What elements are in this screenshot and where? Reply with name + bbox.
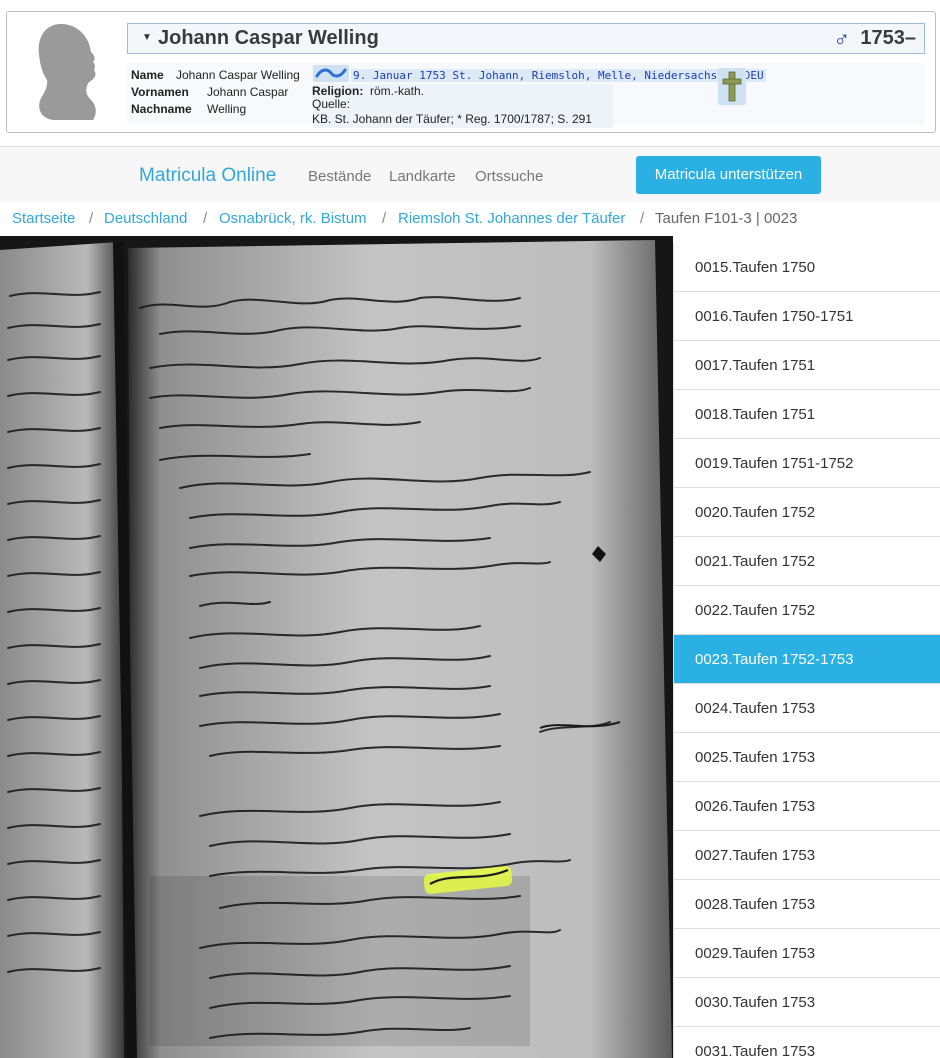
- nav-landkarte[interactable]: Landkarte: [389, 168, 456, 185]
- image-list-item[interactable]: 0028.Taufen 1753: [674, 880, 940, 929]
- breadcrumb-deutschland[interactable]: Deutschland: [104, 210, 187, 227]
- image-list-item[interactable]: 0017.Taufen 1751: [674, 341, 940, 390]
- scan-viewer[interactable]: [0, 236, 673, 1058]
- brand-link[interactable]: Matricula Online: [139, 165, 276, 187]
- image-list-item[interactable]: 0018.Taufen 1751: [674, 390, 940, 439]
- quelle-value: KB. St. Johann der Täufer; * Reg. 1700/1…: [312, 112, 592, 126]
- vornamen-label: Vornamen: [131, 85, 189, 99]
- expand-triangle-icon[interactable]: ▼: [142, 32, 152, 43]
- baptism-icon: [313, 65, 349, 82]
- image-list-item[interactable]: 0022.Taufen 1752: [674, 586, 940, 635]
- catholic-cross-icon: [718, 68, 746, 105]
- image-list-item[interactable]: 0016.Taufen 1750-1751: [674, 292, 940, 341]
- baptism-event-link[interactable]: 9. Januar 1753 St. Johann, Riemsloh, Mel…: [351, 69, 766, 82]
- image-list: 0015.Taufen 1750 0016.Taufen 1750-1751 001…: [673, 243, 940, 1058]
- image-list-item[interactable]: 0029.Taufen 1753: [674, 929, 940, 978]
- nachname-value: Welling: [207, 102, 247, 116]
- person-title-bar[interactable]: ▼ Johann Caspar Welling ♂ 1753–: [127, 23, 925, 54]
- breadcrumb-current: Taufen F101-3 | 0023: [655, 210, 798, 227]
- breadcrumb-bistum[interactable]: Osnabrück, rk. Bistum: [219, 210, 367, 227]
- image-list-item-active[interactable]: 0023.Taufen 1752-1753: [674, 635, 940, 684]
- image-list-item[interactable]: 0027.Taufen 1753: [674, 831, 940, 880]
- name-label: Name: [131, 68, 164, 82]
- male-symbol-icon: ♂: [833, 26, 851, 51]
- image-list-item[interactable]: 0025.Taufen 1753: [674, 733, 940, 782]
- breadcrumb-separator: /: [640, 210, 645, 227]
- religion-value: röm.-kath.: [370, 84, 425, 98]
- vornamen-value: Johann Caspar: [207, 85, 289, 99]
- image-list-item[interactable]: 0024.Taufen 1753: [674, 684, 940, 733]
- breadcrumb-separator: /: [203, 210, 208, 227]
- breadcrumb-parish[interactable]: Riemsloh St. Johannes der Täufer: [398, 210, 625, 227]
- person-card: ▼ Johann Caspar Welling ♂ 1753– Name Joh…: [6, 11, 936, 133]
- image-list-item[interactable]: 0020.Taufen 1752: [674, 488, 940, 537]
- image-list-item[interactable]: 0031.Taufen 1753: [674, 1027, 940, 1058]
- name-value: Johann Caspar Welling: [176, 68, 300, 82]
- nav-bestaende[interactable]: Bestände: [308, 168, 371, 185]
- image-list-item[interactable]: 0026.Taufen 1753: [674, 782, 940, 831]
- image-list-item[interactable]: 0015.Taufen 1750: [674, 243, 940, 292]
- silhouette-avatar: [38, 24, 96, 120]
- quelle-label: Quelle:: [312, 97, 351, 111]
- image-list-item[interactable]: 0030.Taufen 1753: [674, 978, 940, 1027]
- image-list-item[interactable]: 0021.Taufen 1752: [674, 537, 940, 586]
- image-list-item[interactable]: 0019.Taufen 1751-1752: [674, 439, 940, 488]
- religion-label: Religion:: [312, 84, 364, 98]
- breadcrumb-startseite[interactable]: Startseite: [12, 210, 75, 227]
- main-navbar: Matricula Online Bestände Landkarte Orts…: [0, 146, 940, 202]
- nav-ortssuche[interactable]: Ortssuche: [475, 168, 543, 185]
- person-title-name: Johann Caspar Welling: [158, 27, 379, 49]
- breadcrumb-separator: /: [382, 210, 387, 227]
- breadcrumb: Startseite / Deutschland / Osnabrück, rk…: [0, 202, 940, 236]
- support-button[interactable]: Matricula unterstützen: [636, 156, 821, 194]
- nachname-label: Nachname: [131, 102, 192, 116]
- register-page-image: [0, 236, 673, 1058]
- person-years: 1753–: [860, 27, 916, 49]
- breadcrumb-separator: /: [89, 210, 94, 227]
